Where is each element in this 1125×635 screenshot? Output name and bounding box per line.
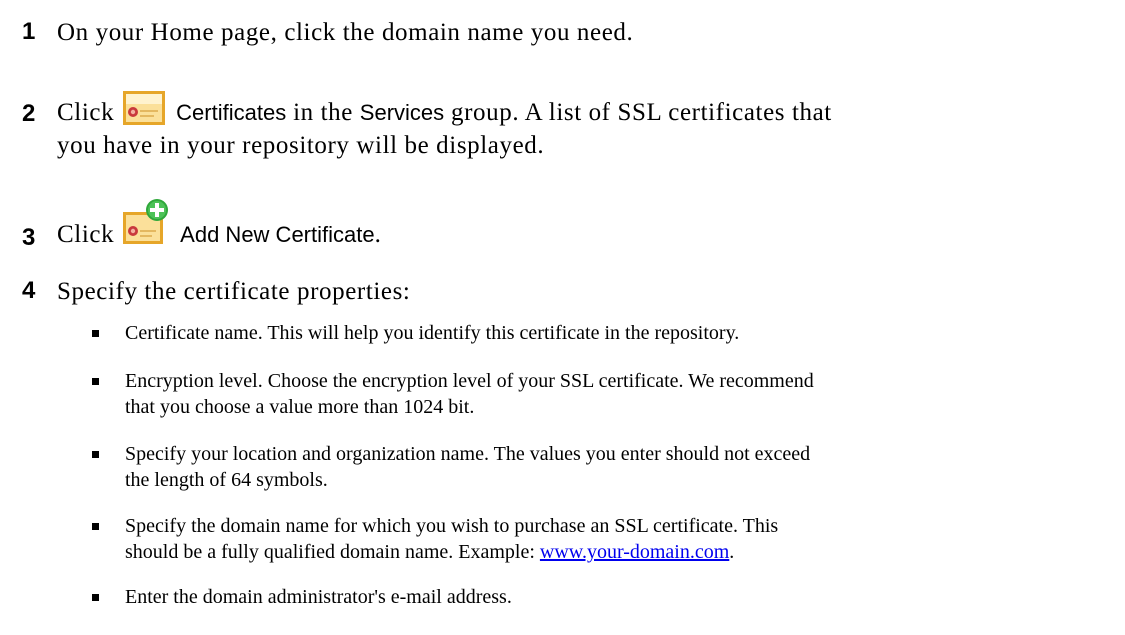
- step-tail: .: [374, 221, 382, 248]
- bullet-marker: [92, 378, 99, 385]
- bullet-marker: [92, 451, 99, 458]
- list-item-text-continued: the length of 64 symbols.: [125, 469, 328, 491]
- step-text: Click Add New Certificate.: [57, 199, 382, 257]
- step-text: Specify the certificate properties:: [57, 278, 411, 305]
- step-text: On your Home page, click the domain name…: [57, 19, 634, 46]
- step-number: 4: [22, 277, 36, 304]
- step-mid: in the: [293, 99, 353, 126]
- bullet-marker: [92, 594, 99, 601]
- add-new-certificate-label: Add New Certificate: [180, 222, 375, 247]
- step-number: 2: [22, 100, 36, 127]
- step-lead: Click: [57, 99, 115, 126]
- example-text: should be a fully qualified domain name.…: [125, 541, 535, 563]
- list-item-text: Enter the domain administrator's e-mail …: [125, 586, 512, 608]
- bullet-marker: [92, 523, 99, 530]
- step-text-continued: you have in your repository will be disp…: [57, 132, 545, 159]
- example-domain-link[interactable]: www.your-domain.com: [540, 541, 729, 563]
- bullet-marker: [92, 330, 99, 337]
- add-certificate-icon: [122, 199, 170, 257]
- step-lead: Click: [57, 221, 115, 248]
- step-rest: group. A list of SSL certificates that: [451, 99, 832, 126]
- list-item-text: Encryption level. Choose the encryption …: [125, 370, 814, 392]
- step-number: 1: [22, 18, 36, 45]
- step-number: 3: [22, 224, 36, 251]
- services-group-label: Services: [359, 100, 445, 125]
- certificates-label: Certificates: [176, 100, 287, 125]
- list-item-text-continued: should be a fully qualified domain name.…: [125, 539, 1105, 565]
- list-item-text: Specify the domain name for which you wi…: [125, 515, 779, 537]
- example-tail: .: [729, 541, 735, 563]
- list-item-text: Specify your location and organization n…: [125, 443, 811, 465]
- list-item-text-continued: that you choose a value more than 1024 b…: [125, 396, 475, 418]
- list-item-text: Certificate name. This will help you ide…: [125, 322, 740, 344]
